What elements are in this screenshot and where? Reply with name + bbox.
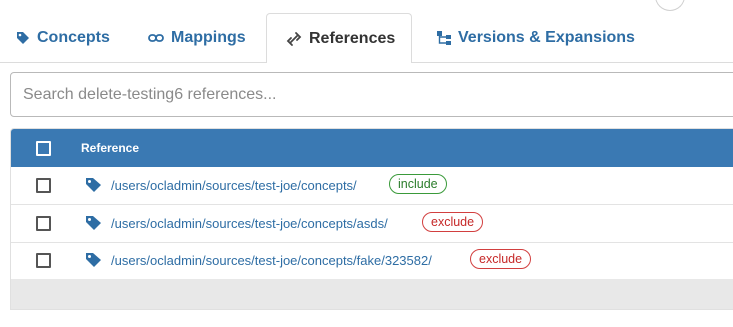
tag-icon	[85, 177, 102, 198]
tab-references-label: References	[309, 29, 396, 47]
table-footer	[11, 279, 733, 309]
tab-versions[interactable]: Versions & Expansions	[437, 13, 635, 62]
exclude-badge: exclude	[422, 212, 484, 232]
row-checkbox[interactable]	[36, 178, 51, 193]
tab-concepts-label: Concepts	[37, 28, 110, 46]
reference-link[interactable]: /users/ocladmin/sources/test-joe/concept…	[111, 253, 432, 268]
tag-icon	[85, 215, 102, 236]
row-checkbox[interactable]	[36, 216, 51, 231]
tag-icon	[85, 252, 102, 273]
tab-references[interactable]: References	[266, 13, 412, 63]
reference-link[interactable]: /users/ocladmin/sources/test-joe/concept…	[111, 178, 357, 193]
table-row: /users/ocladmin/sources/test-joe/concept…	[11, 205, 733, 243]
select-all-checkbox[interactable]	[36, 141, 51, 156]
include-badge: include	[389, 174, 447, 194]
link-icon	[148, 33, 164, 43]
avatar-edge[interactable]	[655, 0, 685, 11]
tab-concepts[interactable]: Concepts	[16, 13, 110, 62]
column-header-reference[interactable]: Reference	[81, 141, 139, 155]
table-row: /users/ocladmin/sources/test-joe/concept…	[11, 242, 733, 280]
search-box	[10, 72, 733, 117]
tab-mappings[interactable]: Mappings	[148, 13, 246, 62]
hierarchy-icon	[437, 30, 451, 45]
table-row: /users/ocladmin/sources/test-joe/concept…	[11, 167, 733, 205]
tab-mappings-label: Mappings	[171, 28, 246, 46]
tab-versions-label: Versions & Expansions	[458, 28, 635, 46]
reference-link[interactable]: /users/ocladmin/sources/test-joe/concept…	[111, 216, 388, 231]
tag-icon	[16, 31, 30, 45]
tab-bar: Concepts Mappings References Versions & …	[0, 13, 733, 63]
search-input[interactable]	[21, 84, 733, 105]
exclude-badge: exclude	[470, 249, 532, 269]
references-table: Reference /users/ocladmin/sources/test-j…	[10, 128, 733, 310]
row-checkbox[interactable]	[36, 253, 51, 268]
table-header: Reference	[11, 129, 733, 167]
broken-link-icon	[286, 31, 302, 47]
